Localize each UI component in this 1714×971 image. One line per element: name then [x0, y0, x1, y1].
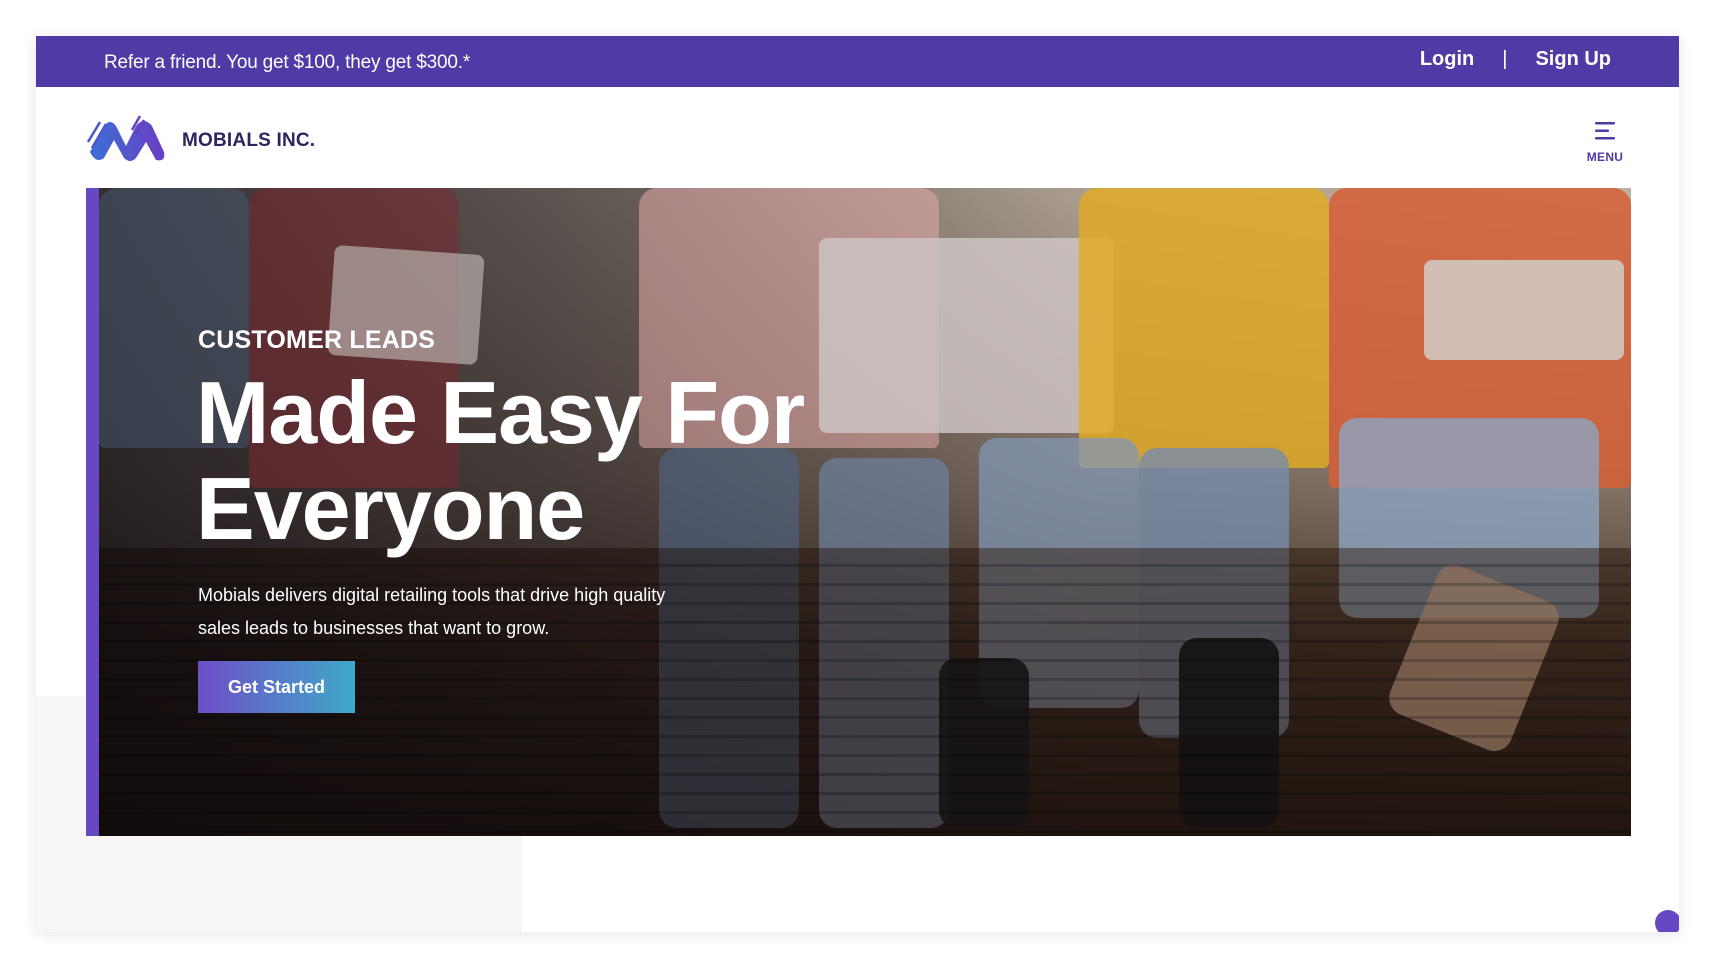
hero-content: CUSTOMER LEADS Made Easy For Everyone Mo…: [196, 326, 896, 713]
hero-headline: Made Easy For Everyone: [196, 365, 896, 557]
tablet-device: [1424, 260, 1624, 360]
menu-label: MENU: [1586, 150, 1624, 164]
mobials-logo-icon: [86, 112, 168, 169]
auth-separator: |: [1502, 48, 1508, 70]
person-shirt: [1079, 188, 1329, 468]
hero-eyebrow: CUSTOMER LEADS: [198, 326, 436, 354]
brand-name: MOBIALS INC.: [182, 129, 316, 151]
hero-subtext: Mobials delivers digital retailing tools…: [198, 585, 666, 638]
browser-page: Refer a friend. You get $100, they get $…: [36, 36, 1679, 932]
signup-link[interactable]: Sign Up: [1535, 48, 1611, 71]
chat-bubble-icon[interactable]: [1655, 910, 1679, 932]
login-link[interactable]: Login: [1420, 48, 1474, 71]
hero-banner: CUSTOMER LEADS Made Easy For Everyone Mo…: [86, 188, 1631, 836]
referral-promo-text[interactable]: Refer a friend. You get $100, they get $…: [104, 52, 470, 74]
site-header: MOBIALS INC. MENU: [36, 87, 1679, 187]
hamburger-icon: [1583, 121, 1627, 146]
headline-line-2: Everyone: [196, 459, 585, 558]
hero-accent-bar: [86, 188, 99, 836]
brand-logo[interactable]: MOBIALS INC.: [86, 112, 315, 169]
get-started-button[interactable]: Get Started: [198, 661, 355, 713]
headline-line-1: Made Easy For: [196, 363, 805, 462]
menu-button[interactable]: MENU: [1583, 121, 1627, 166]
promo-bar: Refer a friend. You get $100, they get $…: [36, 36, 1679, 87]
auth-links: Login | Sign Up: [1420, 48, 1611, 71]
